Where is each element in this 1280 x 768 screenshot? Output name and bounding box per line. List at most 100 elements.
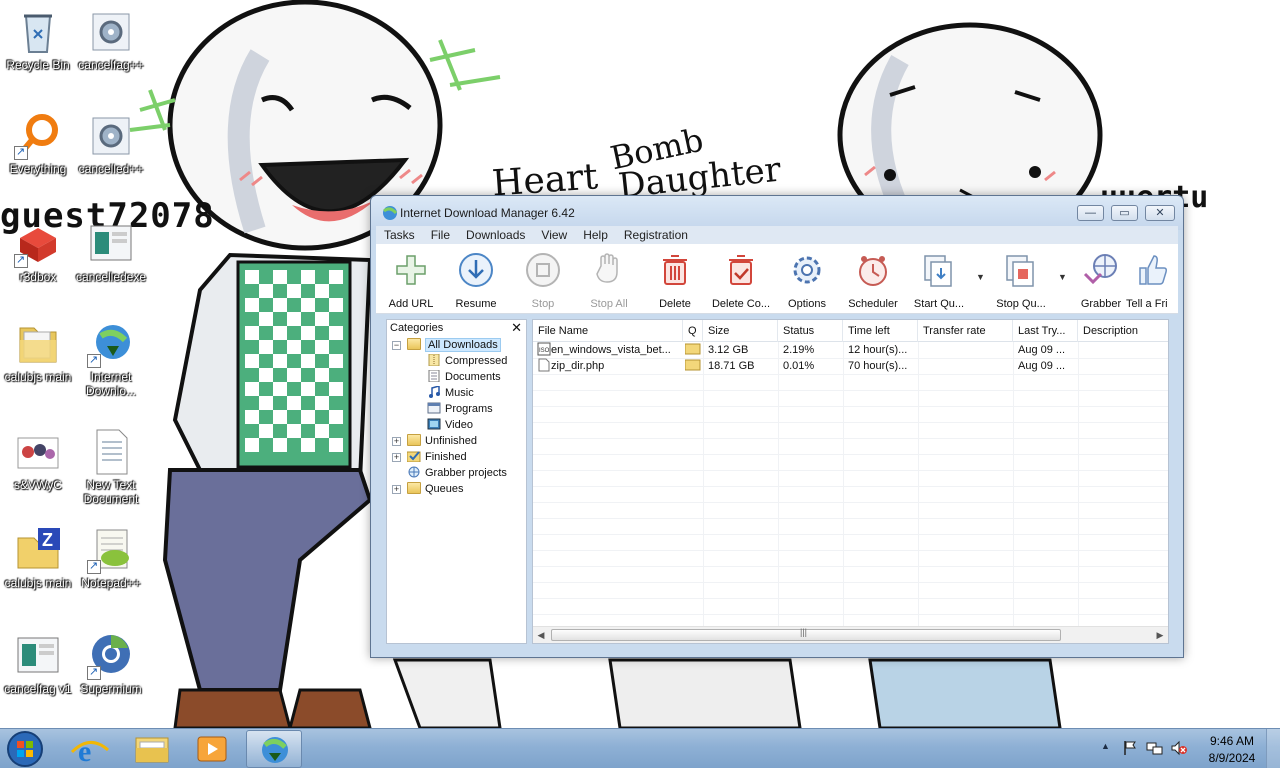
close-button[interactable]: ✕	[1145, 205, 1175, 221]
maximize-button[interactable]: ▭	[1111, 205, 1138, 221]
idm-window[interactable]: Internet Download Manager 6.42 — ▭ ✕ Tas…	[370, 195, 1184, 658]
desktop-icon-supermium[interactable]: Supermium	[74, 632, 148, 696]
tree-documents[interactable]: Documents	[427, 369, 501, 385]
add-url-button[interactable]: Add URL	[376, 252, 446, 310]
delete-completed-button[interactable]: Delete Co...	[706, 252, 776, 310]
column-description[interactable]: Description	[1078, 320, 1168, 342]
stop-all-button[interactable]: Stop All	[574, 252, 644, 310]
scheduler-button[interactable]: Scheduler	[838, 252, 908, 310]
shortcut-arrow-icon	[87, 353, 101, 368]
column-size[interactable]: Size	[703, 320, 778, 342]
menu-view[interactable]: View	[533, 226, 575, 244]
expander-queues[interactable]: +	[392, 485, 401, 494]
stop-button[interactable]: Stop	[508, 252, 578, 310]
column-last-try[interactable]: Last Try...	[1013, 320, 1078, 342]
desktop-icon-new-text-document[interactable]: New Text Document	[74, 428, 148, 506]
desktop-icon-cancelledexe[interactable]: cancelledexe	[74, 220, 148, 284]
grabber-icon	[1083, 252, 1119, 288]
network-icon[interactable]	[1146, 740, 1164, 759]
column-status[interactable]: Status	[778, 320, 843, 342]
desktop-icon-cancelfag[interactable]: cancelfag++	[74, 8, 148, 72]
taskbar: e ▲ 9:46 AM 8/9/2024	[0, 728, 1280, 768]
download-list[interactable]: File Name Q Size Status Time left Transf…	[532, 319, 1169, 644]
desktop-icon-calubjs-main-zip[interactable]: Z calubjs main	[1, 526, 75, 590]
scroll-thumb[interactable]: |||	[551, 627, 1061, 641]
start-queue-button[interactable]: Start Qu...	[904, 252, 974, 310]
horizontal-scrollbar[interactable]: ◀ ||| ▶	[533, 626, 1168, 643]
tell-a-friend-button[interactable]: Tell a Fri	[1126, 252, 1178, 310]
desktop-icon-calubjs-main[interactable]: calubjs main	[1, 320, 75, 384]
start-queue-dropdown-icon[interactable]: ▼	[976, 272, 985, 282]
window-app-icon	[14, 632, 62, 680]
taskbar-internet-explorer[interactable]: e	[62, 730, 118, 768]
expander-all-downloads[interactable]: −	[392, 341, 401, 350]
start-button[interactable]	[4, 730, 46, 768]
desktop-icon-everything[interactable]: Everything	[1, 112, 75, 176]
grid-line	[533, 550, 1168, 551]
menu-downloads[interactable]: Downloads	[458, 226, 533, 244]
tree-music[interactable]: Music	[427, 385, 474, 401]
taskbar-media-player[interactable]	[184, 730, 240, 768]
file-name: en_windows_vista_bet...	[551, 344, 671, 356]
minimize-button[interactable]: —	[1077, 205, 1104, 221]
options-button[interactable]: Options	[772, 252, 842, 310]
desktop-icon-cancelfag-v1[interactable]: cancelfag v1	[1, 632, 75, 696]
clock-time[interactable]: 9:46 AM	[1202, 734, 1262, 748]
tree-unfinished[interactable]: Unfinished	[407, 433, 477, 449]
desktop-icon-notepad-plus-plus[interactable]: Notepad++	[74, 526, 148, 590]
column-q[interactable]: Q	[683, 320, 703, 342]
resume-button[interactable]: Resume	[441, 252, 511, 310]
tree-compressed[interactable]: Compressed	[427, 353, 507, 369]
expander-finished[interactable]: +	[392, 453, 401, 462]
grabber-projects-icon	[407, 466, 421, 478]
show-hidden-icons-button[interactable]: ▲	[1101, 741, 1110, 751]
categories-close-icon[interactable]: ✕	[511, 320, 522, 336]
grid-line	[1078, 342, 1079, 628]
file-size: 18.71 GB	[708, 360, 755, 372]
show-desktop-button[interactable]	[1266, 729, 1280, 768]
title-bar[interactable]: Internet Download Manager 6.42 — ▭ ✕	[371, 196, 1183, 230]
delete-button[interactable]: Delete	[640, 252, 710, 310]
delete-label: Delete	[659, 298, 691, 310]
column-time-left[interactable]: Time left	[843, 320, 918, 342]
menu-help[interactable]: Help	[575, 226, 616, 244]
menu-registration[interactable]: Registration	[616, 226, 696, 244]
table-row[interactable]: zip_dir.php 18.71 GB 0.01% 70 hour(s)...…	[533, 358, 1168, 374]
stop-queue-dropdown-icon[interactable]: ▼	[1058, 272, 1067, 282]
desktop-icon-label: cancelledexe	[75, 270, 147, 284]
taskbar-idm[interactable]	[246, 730, 302, 768]
tree-finished[interactable]: Finished	[406, 449, 467, 465]
shortcut-arrow-icon	[87, 665, 101, 680]
grid-line	[533, 502, 1168, 503]
grid-line	[533, 598, 1168, 599]
desktop-icon-internet-download-manager[interactable]: Internet Downlo...	[74, 320, 148, 398]
tree-programs[interactable]: Programs	[427, 401, 493, 417]
table-row[interactable]: ISO en_windows_vista_bet... 3.12 GB 2.19…	[533, 342, 1168, 358]
list-header: File Name Q Size Status Time left Transf…	[533, 320, 1168, 342]
volume-muted-icon[interactable]	[1170, 740, 1188, 759]
column-file-name[interactable]: File Name	[533, 320, 683, 342]
file-description	[1078, 358, 1168, 374]
expander-unfinished[interactable]: +	[392, 437, 401, 446]
grid-line	[533, 566, 1168, 567]
clock-date[interactable]: 8/9/2024	[1202, 751, 1262, 765]
desktop-icon-cancelled[interactable]: cancelled++	[74, 112, 148, 176]
tree-video[interactable]: Video	[427, 417, 473, 433]
desktop-icon-image-file[interactable]: s&VWyC	[1, 428, 75, 492]
menu-tasks[interactable]: Tasks	[376, 226, 423, 244]
taskbar-file-explorer[interactable]	[124, 730, 180, 768]
tree-all-downloads[interactable]: All Downloads	[407, 337, 501, 353]
column-transfer-rate[interactable]: Transfer rate	[918, 320, 1013, 342]
desktop-icon-recycle-bin[interactable]: Recycle Bin	[1, 8, 75, 72]
action-center-flag-icon[interactable]	[1122, 740, 1138, 759]
file-transfer-rate	[918, 342, 1013, 358]
scroll-left-icon[interactable]: ◀	[533, 627, 549, 643]
tree-queues[interactable]: Queues	[407, 481, 464, 497]
stop-queue-button[interactable]: Stop Qu...	[986, 252, 1056, 310]
grid-line	[918, 342, 919, 628]
svg-text:Z: Z	[42, 530, 53, 550]
menu-file[interactable]: File	[423, 226, 458, 244]
scroll-right-icon[interactable]: ▶	[1152, 627, 1168, 643]
tree-grabber-projects[interactable]: Grabber projects	[407, 465, 507, 481]
desktop-icon-r3dbox[interactable]: r3dbox	[1, 220, 75, 284]
